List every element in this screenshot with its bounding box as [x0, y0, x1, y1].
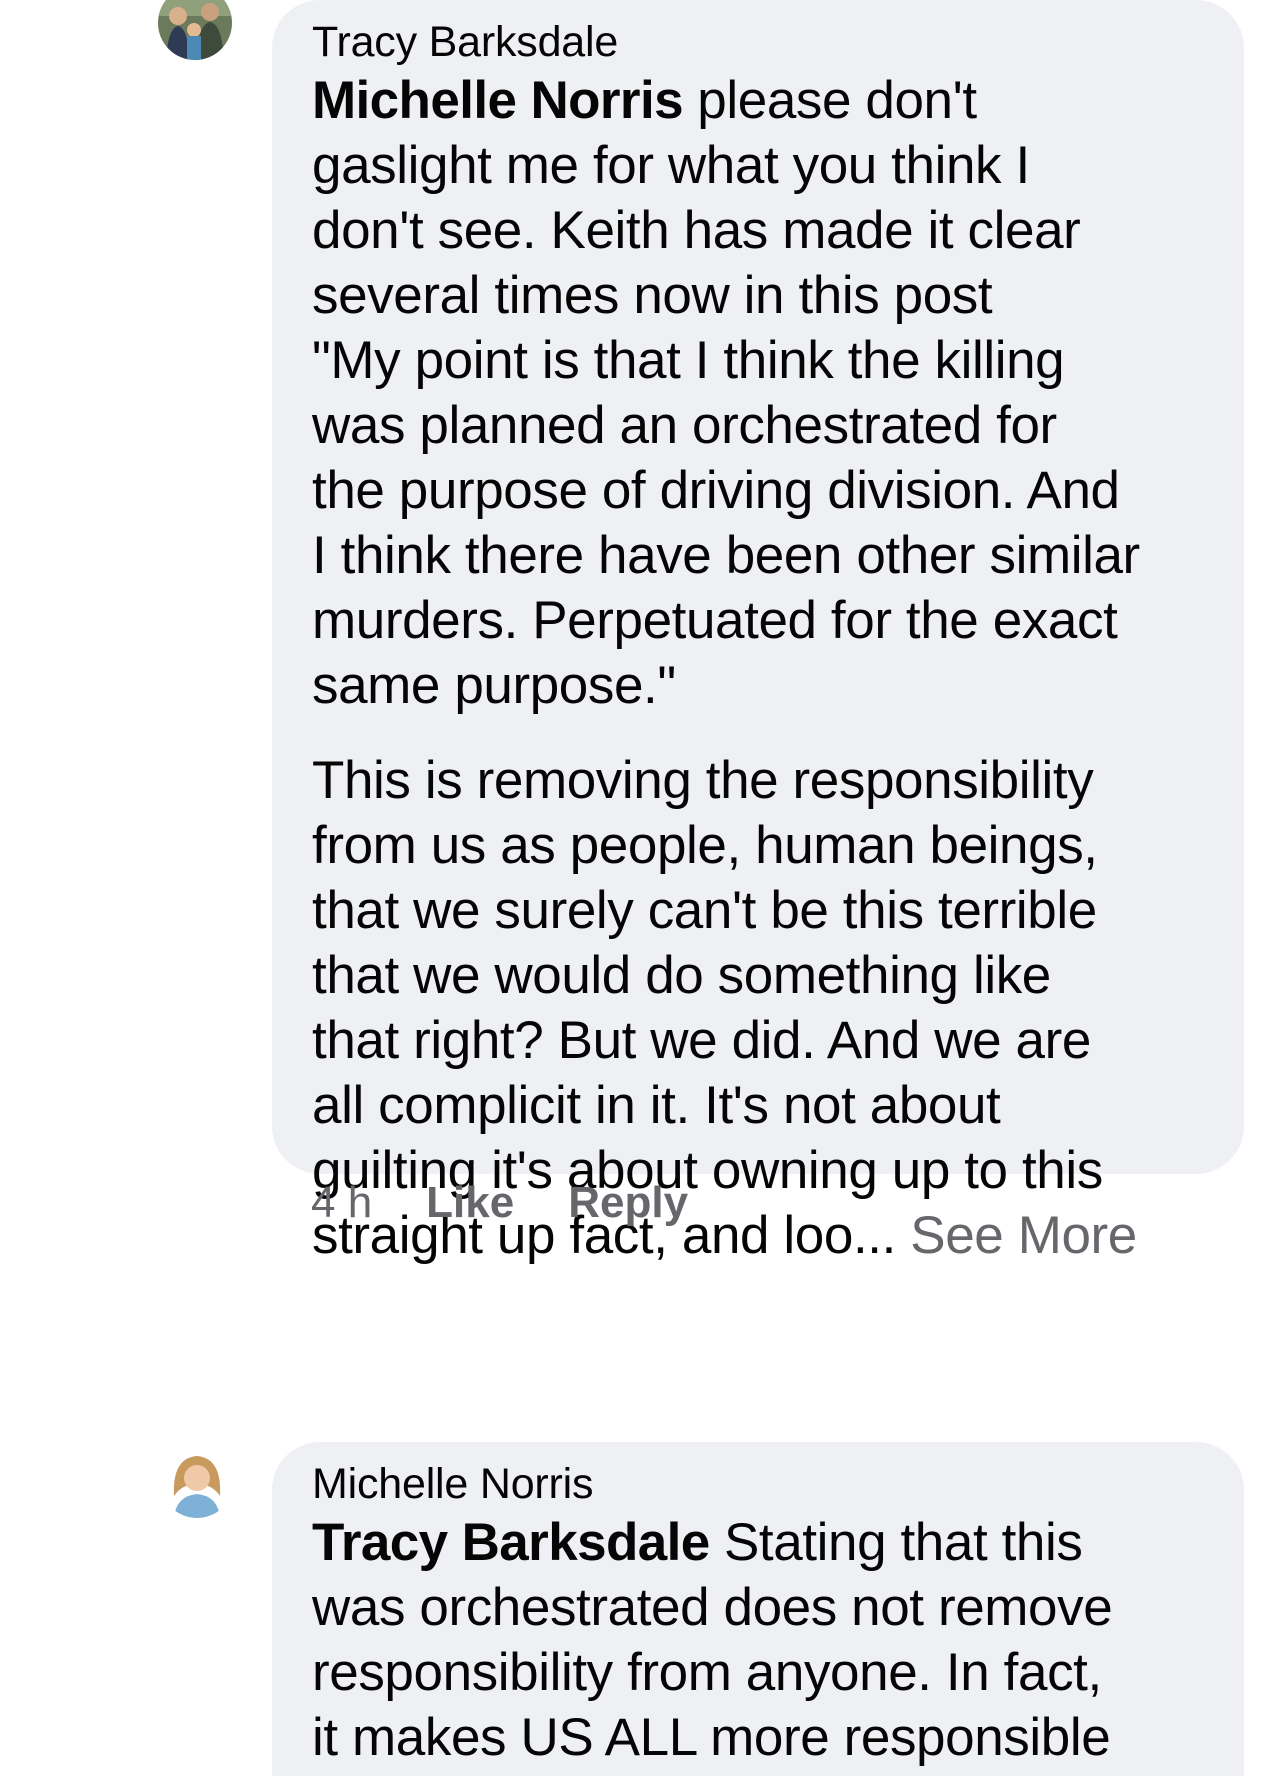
text-line: the purpose of driving division. And — [312, 461, 1120, 520]
comment-thread: Tracy Barksdale Michelle Norris please d… — [0, 0, 1284, 1776]
family-photo-icon — [158, 0, 232, 60]
comment-timestamp[interactable]: 4 h — [311, 1176, 372, 1230]
text-line: responsibility from anyone. In fact, — [312, 1643, 1102, 1702]
text-segment: please don't — [682, 71, 977, 130]
text-line: from us as people, human beings, — [312, 816, 1098, 875]
text-line: was planned an orchestrated for — [312, 396, 1057, 455]
see-more-link[interactable]: See More — [910, 1206, 1137, 1265]
avatar-michelle[interactable] — [160, 1444, 234, 1518]
text-line: "My point is that I think the killing — [312, 331, 1065, 390]
text-line: This is removing the responsibility — [312, 751, 1094, 810]
comment-text: Tracy Barksdale Stating that this was or… — [312, 1510, 1204, 1770]
text-line: murders. Perpetuated for the exact — [312, 591, 1118, 650]
comment-bubble: Tracy Barksdale Michelle Norris please d… — [272, 0, 1244, 1265]
comment-author[interactable]: Michelle Norris — [312, 1458, 1204, 1510]
profile-photo-icon — [160, 1444, 234, 1518]
text-segment: Stating that this — [709, 1513, 1083, 1572]
comment-bubble: Michelle Norris Tracy Barksdale Stating … — [272, 1442, 1244, 1776]
reply-button[interactable]: Reply — [568, 1176, 688, 1230]
text-line: that we surely can't be this terrible — [312, 881, 1097, 940]
text-line: that we would do something like — [312, 946, 1051, 1005]
avatar-tracy[interactable] — [158, 0, 232, 60]
text-line: same purpose." — [312, 656, 676, 715]
comment-actions: 4 h Like Reply — [311, 1176, 742, 1230]
text-line: it makes US ALL more responsible — [312, 1708, 1111, 1767]
comment-text: Michelle Norris please don't gaslight me… — [312, 68, 1204, 1268]
mention-link[interactable]: Michelle Norris — [312, 71, 684, 130]
comment-author[interactable]: Tracy Barksdale — [312, 16, 1204, 68]
text-line: that right? But we did. And we are — [312, 1011, 1091, 1070]
mention-link[interactable]: Tracy Barksdale — [312, 1513, 710, 1572]
text-line: I think there have been other similar — [312, 526, 1140, 585]
like-button[interactable]: Like — [426, 1176, 514, 1230]
text-line: several times now in this post — [312, 266, 993, 325]
text-line: all complicit in it. It's not about — [312, 1076, 1001, 1135]
text-line: gaslight me for what you think I — [312, 136, 1030, 195]
text-line: was orchestrated does not remove — [312, 1578, 1113, 1637]
text-line: don't see. Keith has made it clear — [312, 201, 1081, 260]
